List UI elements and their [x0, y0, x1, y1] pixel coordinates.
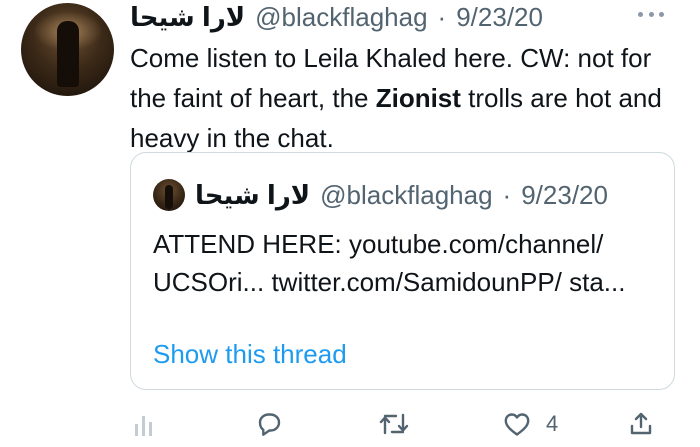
retweet-button[interactable]: [378, 408, 410, 440]
analytics-icon: [135, 416, 152, 436]
quote-separator-dot: ·: [502, 179, 512, 210]
like-button[interactable]: 4: [502, 408, 558, 440]
share-button[interactable]: [627, 408, 655, 440]
quote-avatar-figure: [165, 185, 173, 209]
show-thread-link[interactable]: Show this thread: [153, 339, 347, 370]
more-dot: [648, 11, 654, 17]
more-icon[interactable]: [638, 9, 664, 19]
reply-icon: [258, 413, 281, 436]
separator-dot: ·: [437, 1, 447, 32]
quote-tweet-card[interactable]: لارا شيحا @blackflaghag · 9/23/20 ATTEND…: [130, 152, 675, 390]
quote-header: لارا شيحا @blackflaghag · 9/23/20: [153, 177, 608, 213]
tweet-date[interactable]: 9/23/20: [456, 2, 543, 33]
quote-display-name: لارا شيحا: [195, 179, 311, 210]
share-icon: [630, 412, 652, 435]
quote-user-handle: @blackflaghag: [320, 179, 493, 210]
more-dot: [638, 11, 643, 17]
display-name[interactable]: لارا شيحا: [130, 2, 245, 33]
analytics-button[interactable]: [132, 408, 158, 440]
quote-text: ATTEND HERE: youtube.com/channel/ UCSOri…: [153, 229, 626, 297]
tweet-text: Come listen to Leila Khaled here. CW: no…: [130, 38, 670, 158]
tweet-text-bold: Zionist: [375, 83, 461, 113]
like-count: 4: [546, 411, 559, 436]
more-dot: [659, 11, 664, 17]
heart-icon: [504, 413, 530, 436]
tweet-header: لارا شيحا @blackflaghag · 9/23/20: [130, 0, 543, 34]
quote-avatar: [153, 179, 185, 211]
reply-button[interactable]: [255, 408, 283, 440]
user-handle[interactable]: @blackflaghag: [255, 2, 427, 33]
action-bar: 4: [0, 400, 700, 447]
quote-date: 9/23/20: [521, 179, 608, 210]
avatar[interactable]: [21, 3, 114, 96]
avatar-figure: [57, 21, 79, 87]
retweet-icon: [379, 413, 409, 435]
